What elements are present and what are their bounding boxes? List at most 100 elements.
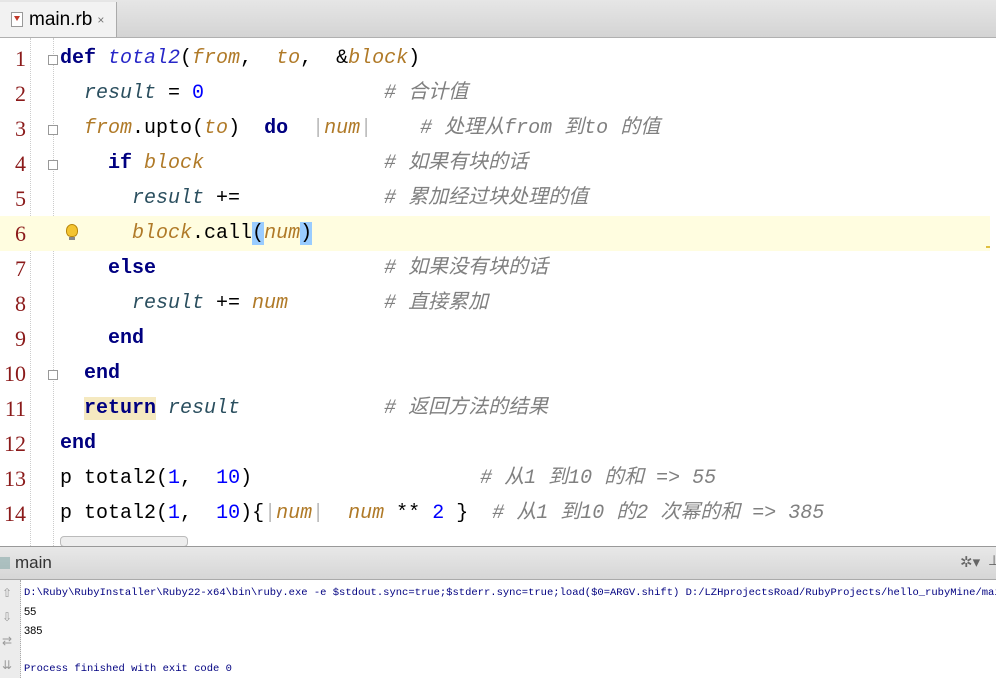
tab-main-rb[interactable]: main.rb ×: [0, 2, 117, 37]
code-line[interactable]: 6 block.call(num): [0, 216, 990, 251]
console-output-line: 55: [24, 606, 37, 618]
code-token: num: [252, 292, 289, 315]
code-token: end: [84, 362, 121, 385]
close-tab-icon[interactable]: ×: [97, 13, 104, 27]
code-token: 2: [432, 502, 445, 525]
code-token: result: [132, 292, 205, 315]
code-line[interactable]: 14 p total2(1, 10){|num| num ** 2 } # 从1 …: [0, 496, 990, 531]
code-token: # 返回方法的结果: [384, 397, 549, 420]
code-line[interactable]: 1 def total2(from, to, &block): [0, 41, 990, 76]
console-toolbar: ⇧ ⇩ ⇄ ⇊: [0, 580, 21, 678]
line-number: 9: [15, 326, 26, 351]
code-token: ): [240, 467, 253, 490]
code-text: block.call(num): [60, 216, 313, 251]
code-token: num: [276, 502, 313, 525]
code-line[interactable]: 7 else # 如果没有块的话: [0, 251, 990, 286]
line-number: 2: [15, 81, 26, 106]
code-token: num: [324, 117, 361, 140]
code-token: # 合计值: [384, 82, 469, 105]
code-token: ){: [240, 502, 265, 525]
code-token: ): [408, 47, 421, 70]
code-text: return result # 返回方法的结果: [60, 391, 548, 426]
code-line[interactable]: 2 result = 0 # 合计值: [0, 76, 990, 111]
code-token: block: [348, 47, 409, 70]
code-line[interactable]: 4 if block # 如果有块的话: [0, 146, 990, 181]
code-token: , &: [300, 47, 349, 70]
wrap-icon[interactable]: ⇄: [2, 634, 12, 648]
fold-marker-icon[interactable]: [48, 370, 58, 380]
code-token: 1: [168, 502, 181, 525]
code-token: +=: [204, 292, 253, 315]
pin-icon[interactable]: ⊥: [988, 552, 996, 569]
ruby-file-icon: [11, 12, 23, 27]
code-token: 1: [168, 467, 181, 490]
code-line[interactable]: 11 return result # 返回方法的结果: [0, 391, 990, 426]
code-token: num: [348, 502, 385, 525]
code-text: p total2(1, 10){|num| num ** 2 } # 从1 到1…: [60, 496, 824, 531]
code-text: def total2(from, to, &block): [60, 41, 420, 76]
code-token: result: [84, 82, 157, 105]
code-token: **: [384, 502, 433, 525]
code-token: # 如果没有块的话: [384, 257, 549, 280]
code-editor[interactable]: 1 def total2(from, to, &block) 2 result = …: [0, 38, 990, 548]
console-output-line: 385: [24, 625, 43, 637]
fold-marker-icon[interactable]: [48, 125, 58, 135]
code-line[interactable]: 3 from.upto(to) do |num| # 处理从from 到to 的…: [0, 111, 990, 146]
code-token: ): [300, 222, 313, 245]
code-line[interactable]: 10 end: [0, 356, 990, 391]
code-line[interactable]: 13 p total2(1, 10) # 从1 到10 的和 => 55: [0, 461, 990, 496]
up-arrow-icon[interactable]: ⇧: [2, 586, 12, 600]
code-line[interactable]: 8 result += num # 直接累加: [0, 286, 990, 321]
code-line[interactable]: 9 end: [0, 321, 990, 356]
run-panel-title[interactable]: main: [15, 553, 52, 573]
line-number: 8: [15, 291, 26, 316]
code-text: end: [60, 356, 120, 391]
code-token: }: [444, 502, 493, 525]
code-line[interactable]: 12 end: [0, 426, 990, 461]
code-line[interactable]: 5 result += # 累加经过块处理的值: [0, 181, 990, 216]
fold-marker-icon[interactable]: [48, 55, 58, 65]
code-token: ,: [240, 47, 277, 70]
code-token: # 从1 到10 的和 => 55: [480, 467, 717, 490]
line-number: 5: [15, 186, 26, 211]
line-number: 13: [4, 466, 26, 491]
line-number: 6: [15, 221, 26, 246]
code-token: ): [228, 117, 265, 140]
code-token: +=: [204, 187, 241, 210]
line-number: 4: [15, 151, 26, 176]
code-token: return: [84, 397, 157, 420]
code-token: |: [312, 117, 325, 140]
code-token: .upto(: [132, 117, 205, 140]
console-output[interactable]: D:\Ruby\RubyInstaller\Ruby22-x64\bin\rub…: [24, 582, 996, 678]
code-text: end: [60, 321, 144, 356]
scroll-to-end-icon[interactable]: ⇊: [2, 658, 12, 672]
code-text: result += # 累加经过块处理的值: [60, 181, 588, 216]
code-text: result = 0 # 合计值: [60, 76, 468, 111]
code-token: to: [204, 117, 229, 140]
code-text: from.upto(to) do |num| # 处理从from 到to 的值: [60, 111, 660, 146]
line-number: 11: [4, 396, 26, 421]
code-token: .call: [192, 222, 253, 245]
code-token: p total2(: [60, 467, 169, 490]
code-token: if: [108, 152, 133, 175]
gear-icon[interactable]: ✲▾: [960, 553, 980, 571]
line-number: 1: [15, 46, 26, 71]
code-token: # 从1 到10 的2 次幂的和 => 385: [492, 502, 825, 525]
down-arrow-icon[interactable]: ⇩: [2, 610, 12, 624]
code-token: from: [84, 117, 133, 140]
code-token: block: [144, 152, 205, 175]
code-token: result: [168, 397, 241, 420]
code-token: do: [264, 117, 289, 140]
fold-marker-icon[interactable]: [48, 160, 58, 170]
